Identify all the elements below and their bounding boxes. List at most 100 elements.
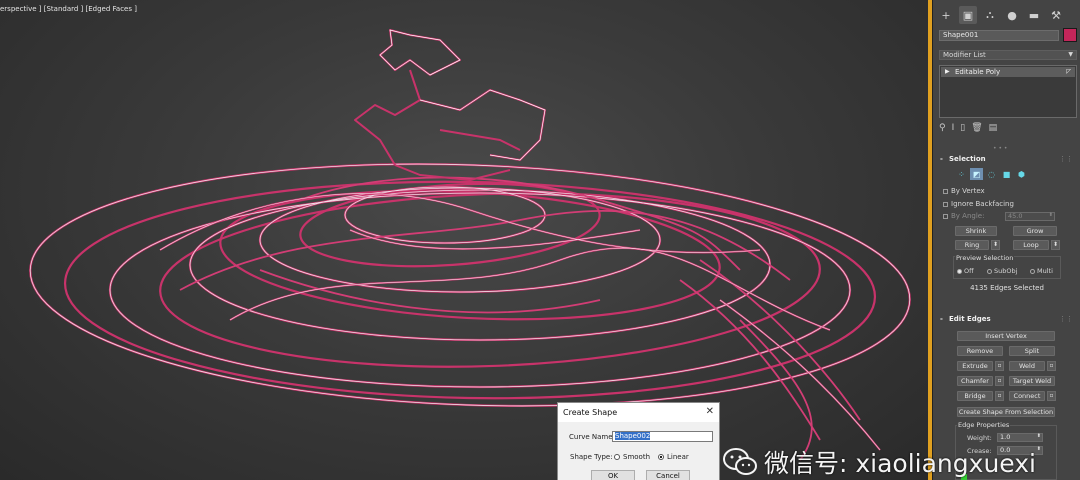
subobj-label: SubObj [994,267,1018,275]
cancel-button[interactable]: Cancel [646,470,690,480]
preview-selection-title: Preview Selection [955,254,1015,262]
weight-spinner[interactable]: 1.0 ⬍ [997,433,1043,442]
curve-name-input[interactable]: Shape002 [612,431,713,442]
loop-spinner[interactable]: ⬍ [1051,240,1060,250]
utilities-tab-icon[interactable]: ⚒ [1047,6,1065,24]
edge-level-icon[interactable]: ◩ [970,168,983,180]
object-name-field[interactable]: Shape001 [939,30,1059,41]
ring-spinner[interactable]: ⬍ [991,240,1000,250]
insert-vertex-button[interactable]: Insert Vertex [957,331,1055,341]
weight-label: Weight: [967,434,992,442]
remove-modifier-icon[interactable]: 🗑 [971,123,982,133]
multi-label: Multi [1037,267,1053,275]
wire-mesh-object [29,29,911,461]
modifier-list-label: Modifier List [943,51,986,59]
ignore-backfacing-checkbox[interactable]: Ignore Backfacing [943,200,1014,208]
wechat-logo-icon [722,447,758,477]
curve-name-value: Shape002 [615,432,651,440]
linear-label: Linear [667,453,689,461]
ignore-backfacing-label: Ignore Backfacing [951,200,1014,208]
vertex-level-icon[interactable]: ⁘ [955,168,968,180]
edit-edges-title: Edit Edges [949,315,991,323]
checkbox-box [943,201,948,207]
object-color-swatch[interactable] [1063,28,1077,42]
watermark-text: 微信号: xiaoliangxuexi [764,449,1036,478]
remove-button[interactable]: Remove [957,346,1003,356]
hierarchy-tab-icon[interactable]: ⛬ [981,6,999,24]
border-level-icon[interactable]: ◌ [985,168,998,180]
app-window: erspective ] [Standard ] [Edged Faces ] … [0,0,1080,480]
by-vertex-checkbox[interactable]: By Vertex [943,187,985,195]
radio-dot [658,454,664,460]
radio-dot [957,268,962,274]
stack-item-editable-poly[interactable]: ▶ Editable Poly ◸ [941,67,1075,77]
preview-off-radio[interactable]: Off [957,267,974,275]
weld-button[interactable]: Weld [1009,361,1045,371]
extrude-button[interactable]: Extrude [957,361,993,371]
show-end-result-icon[interactable]: Ⅰ [952,123,955,133]
radio-dot [987,268,992,274]
collapse-icon: - [940,155,943,163]
spinner-arrows-icon: ⬍ [1048,212,1053,218]
connect-settings-icon[interactable]: ▫ [1047,391,1056,401]
dialog-title: Create Shape [563,408,618,417]
motion-tab-icon[interactable]: ● [1003,6,1021,24]
pin-icon: ◸ [1066,68,1071,75]
edit-edges-rollout-header[interactable]: - Edit Edges ⋮⋮ [937,313,1077,325]
linear-radio[interactable]: Linear [658,453,689,461]
subobject-level-icons: ⁘ ◩ ◌ ■ ⬢ [955,168,1055,180]
display-tab-icon[interactable]: ▬ [1025,6,1043,24]
by-angle-checkbox[interactable]: By Angle: [943,212,984,220]
perspective-viewport[interactable]: erspective ] [Standard ] [Edged Faces ] [0,0,932,480]
connect-button[interactable]: Connect [1009,391,1045,401]
smooth-radio[interactable]: Smooth [614,453,650,461]
create-shape-button[interactable]: Create Shape From Selection [957,407,1055,417]
dialog-title-bar[interactable]: Create Shape [558,403,719,422]
create-tab-icon[interactable]: + [937,6,955,24]
create-shape-dialog: Create Shape ✕ Curve Name: Shape002 Shap… [557,402,720,480]
watermark: 微信号: xiaoliangxuexi [722,444,1036,480]
chevron-down-icon: ▼ [1068,51,1073,58]
ok-button[interactable]: OK [591,470,635,480]
make-unique-icon[interactable]: ▯ [960,123,965,133]
modify-tab-icon[interactable]: ▣ [959,6,977,24]
target-weld-button[interactable]: Target Weld [1009,376,1055,386]
stack-item-label: Editable Poly [955,68,1001,76]
radio-dot [1030,268,1035,274]
split-button[interactable]: Split [1009,346,1055,356]
close-icon[interactable]: ✕ [706,406,714,417]
ring-button[interactable]: Ring [955,240,989,250]
modifier-stack: ▶ Editable Poly ◸ [939,65,1077,118]
configure-sets-icon[interactable]: ▤ [989,123,998,133]
expand-triangle-icon[interactable]: ▶ [945,67,950,77]
viewport-label[interactable]: erspective ] [Standard ] [Edged Faces ] [0,5,137,13]
extrude-settings-icon[interactable]: ▫ [995,361,1004,371]
preview-subobj-radio[interactable]: SubObj [987,267,1017,275]
bridge-settings-icon[interactable]: ▫ [995,391,1004,401]
bridge-button[interactable]: Bridge [957,391,993,401]
modifier-list-dropdown[interactable]: Modifier List ▼ [939,50,1077,60]
weld-settings-icon[interactable]: ▫ [1047,361,1056,371]
preview-multi-radio[interactable]: Multi [1030,267,1053,275]
element-level-icon[interactable]: ⬢ [1015,168,1028,180]
chamfer-button[interactable]: Chamfer [957,376,993,386]
selection-rollout-header[interactable]: - Selection ⋮⋮ [937,153,1077,165]
shrink-button[interactable]: Shrink [955,226,997,236]
polygon-level-icon[interactable]: ■ [1000,168,1013,180]
by-vertex-label: By Vertex [951,187,985,195]
off-label: Off [964,267,974,275]
pin-stack-icon[interactable]: ⚲ [939,123,946,133]
rollout-dots-icon: ⋮⋮ [1059,155,1073,163]
collapse-icon: - [940,315,943,323]
chamfer-settings-icon[interactable]: ▫ [995,376,1004,386]
spinner-arrows-icon: ⬍ [1036,433,1041,439]
weight-value: 1.0 [1000,433,1011,441]
stack-toolbar: ⚲ Ⅰ ▯ 🗑 ▤ [939,121,1077,135]
loop-button[interactable]: Loop [1013,240,1049,250]
command-panel: + ▣ ⛬ ● ▬ ⚒ Shape001 Modifier List ▼ ▶ E… [932,0,1080,480]
rollout-dots-icon: ⋮⋮ [1059,315,1073,323]
by-angle-spinner[interactable]: 45.0 ⬍ [1005,212,1055,221]
divider: • • • [993,145,1008,152]
grow-button[interactable]: Grow [1013,226,1057,236]
by-angle-value: 45.0 [1008,212,1023,220]
